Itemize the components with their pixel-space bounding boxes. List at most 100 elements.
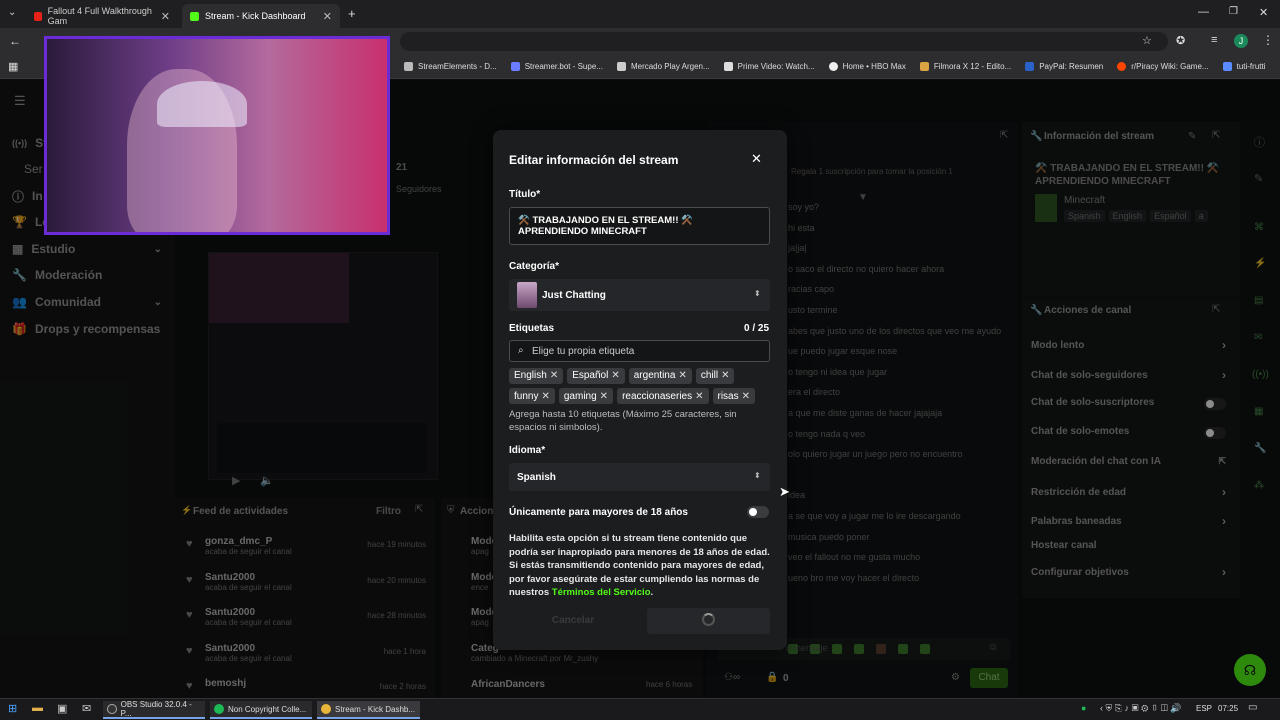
back-icon[interactable]: ←: [9, 34, 21, 48]
bookmark-icon: [404, 62, 413, 71]
kick-icon: [190, 11, 199, 21]
cap-shape: [157, 81, 247, 127]
tag-chip: chill ✕: [695, 367, 735, 384]
new-tab-icon[interactable]: +: [348, 6, 356, 21]
category-thumbnail: [517, 282, 537, 308]
bookmark-item[interactable]: Mercado Play Argen...: [616, 62, 710, 71]
tags-counter: 0 / 25: [744, 323, 770, 334]
bookmark-icon: [1025, 62, 1035, 71]
bookmark-item[interactable]: Streamer.bot - Supe...: [510, 62, 603, 71]
close-icon[interactable]: ✕: [323, 10, 332, 23]
bookmark-item[interactable]: StreamElements - D...: [404, 62, 497, 71]
language-label: Idioma*: [509, 445, 546, 456]
tag-chip: risas ✕: [712, 388, 756, 404]
remove-tag-icon[interactable]: ✕: [600, 391, 608, 402]
bookmark-icon: [828, 62, 838, 71]
bookmark-icon: [723, 62, 733, 71]
close-icon[interactable]: ✕: [751, 151, 762, 167]
spotify-icon: [214, 704, 224, 714]
bookmark-item[interactable]: Home • HBO Max: [828, 62, 906, 71]
adult-label: Únicamente para mayores de 18 años: [509, 507, 688, 518]
tag-chips: English ✕ Español ✕ argentina ✕ chill ✕ funny ✕ ga…: [509, 367, 779, 408]
tray-icons[interactable]: ‹ ⛨ ⎘ ♪ ▣ ⚙ ▯ ◫ 🔊: [1100, 703, 1182, 714]
bookmark-icon: [919, 62, 929, 71]
close-window-icon[interactable]: ✕: [1259, 6, 1268, 19]
bookmark-item[interactable]: Filmora X 12 - Edito...: [919, 62, 1011, 71]
tag-chip: argentina ✕: [628, 367, 692, 384]
tags-input[interactable]: ⌕ Elige tu propia etiqueta: [509, 340, 770, 362]
profile-avatar[interactable]: J: [1234, 34, 1248, 48]
select-arrows-icon: ⬍: [754, 471, 761, 480]
tag-chip: gaming ✕: [558, 388, 614, 404]
obs-icon: [107, 704, 117, 714]
bookmark-icon: [1222, 62, 1232, 71]
app-icon[interactable]: ▣: [57, 702, 67, 715]
chrome-icon: [321, 704, 331, 714]
category-select[interactable]: Just Chatting ⬍: [509, 279, 770, 311]
title-input[interactable]: ⚒️ TRABAJANDO EN EL STREAM!! ⚒️ APRENDIE…: [509, 207, 770, 245]
extensions-icon[interactable]: ✪: [1176, 34, 1185, 47]
tag-chip: funny ✕: [509, 388, 555, 404]
tag-chip: reaccionaseries ✕: [617, 388, 709, 404]
tab-kick-dashboard[interactable]: Stream - Kick Dashboard ✕: [182, 4, 340, 28]
tag-chip: Español ✕: [567, 367, 625, 384]
tags-help: Agrega hasta 10 etiquetas (Máximo 25 car…: [509, 409, 737, 433]
taskbar-app-chrome[interactable]: Stream - Kick Dashb...: [317, 701, 420, 719]
spotify-tray-icon[interactable]: ●: [1081, 703, 1086, 713]
minimize-icon[interactable]: —: [1198, 6, 1209, 18]
taskbar: ⊞ ▬ ▣ ✉ OBS Studio 32.0.4 - P... Non Cop…: [0, 698, 1280, 720]
taskbar-app-spotify[interactable]: Non Copyright Colle...: [210, 701, 312, 719]
remove-tag-icon[interactable]: ✕: [611, 370, 619, 381]
bookmark-item[interactable]: Prime Video: Watch...: [723, 62, 815, 71]
title-label: Título*: [509, 189, 541, 200]
tags-placeholder: Elige tu propia etiqueta: [532, 346, 635, 357]
adult-help: Habilita esta opción si tu stream tiene …: [509, 533, 770, 598]
loading-spinner-icon: [702, 613, 715, 626]
tab-label: Stream - Kick Dashboard: [205, 11, 306, 21]
folder-icon[interactable]: ▬: [32, 702, 43, 714]
media-icon[interactable]: ≡: [1211, 34, 1217, 46]
remove-tag-icon[interactable]: ✕: [721, 370, 729, 381]
maximize-icon[interactable]: ❐: [1229, 6, 1238, 17]
select-arrows-icon: ⬍: [754, 289, 761, 298]
tab-youtube[interactable]: Fallout 4 Full Walkthrough Gam ✕: [26, 4, 178, 28]
bookmark-item[interactable]: tuti-frutti: [1222, 62, 1266, 71]
tab-label: Fallout 4 Full Walkthrough Gam: [47, 6, 152, 26]
bookmark-icon: [510, 62, 520, 71]
remove-tag-icon[interactable]: ✕: [541, 391, 549, 402]
webcam-overlay: [44, 36, 390, 235]
bookmark-item[interactable]: PayPal: Resumen: [1025, 62, 1103, 71]
edit-stream-modal: Editar información del stream ✕ Título* …: [493, 130, 787, 650]
remove-tag-icon[interactable]: ✕: [550, 370, 558, 381]
cancel-button[interactable]: Cancelar: [509, 608, 637, 634]
modal-title: Editar información del stream: [509, 153, 679, 167]
close-icon[interactable]: ✕: [161, 10, 170, 23]
category-value: Just Chatting: [542, 290, 606, 301]
category-label: Categoría*: [509, 261, 560, 272]
tags-label: Etiquetas: [509, 323, 555, 334]
bookmark-icon: [1117, 62, 1127, 71]
mail-icon[interactable]: ✉: [82, 702, 91, 715]
star-icon[interactable]: ☆: [1142, 34, 1152, 47]
url-field[interactable]: [400, 32, 1168, 51]
terms-link[interactable]: Términos del Servicio: [552, 587, 651, 598]
youtube-icon: [34, 11, 42, 21]
remove-tag-icon[interactable]: ✕: [742, 391, 750, 402]
notifications-icon[interactable]: ▭: [1248, 702, 1257, 713]
tab-search-icon[interactable]: ⌄: [8, 7, 16, 18]
save-button[interactable]: [647, 608, 770, 634]
language-select[interactable]: Spanish ⬍: [509, 463, 770, 491]
language-value: Spanish: [517, 472, 556, 483]
language-indicator[interactable]: ESP: [1196, 704, 1212, 713]
apps-icon[interactable]: ▦: [8, 60, 18, 73]
clock[interactable]: 07:25: [1218, 704, 1238, 713]
menu-icon[interactable]: ⋮: [1262, 33, 1274, 47]
remove-tag-icon[interactable]: ✕: [695, 391, 703, 402]
adult-toggle[interactable]: [747, 506, 769, 518]
bookmark-item[interactable]: r/Piracy Wiki: Game...: [1117, 62, 1209, 71]
tag-chip: English ✕: [509, 367, 564, 384]
remove-tag-icon[interactable]: ✕: [678, 370, 686, 381]
browser-tab-bar: ⌄ Fallout 4 Full Walkthrough Gam ✕ Strea…: [0, 0, 1280, 28]
taskbar-app-obs[interactable]: OBS Studio 32.0.4 - P...: [103, 700, 205, 719]
windows-start-icon[interactable]: ⊞: [8, 702, 17, 715]
